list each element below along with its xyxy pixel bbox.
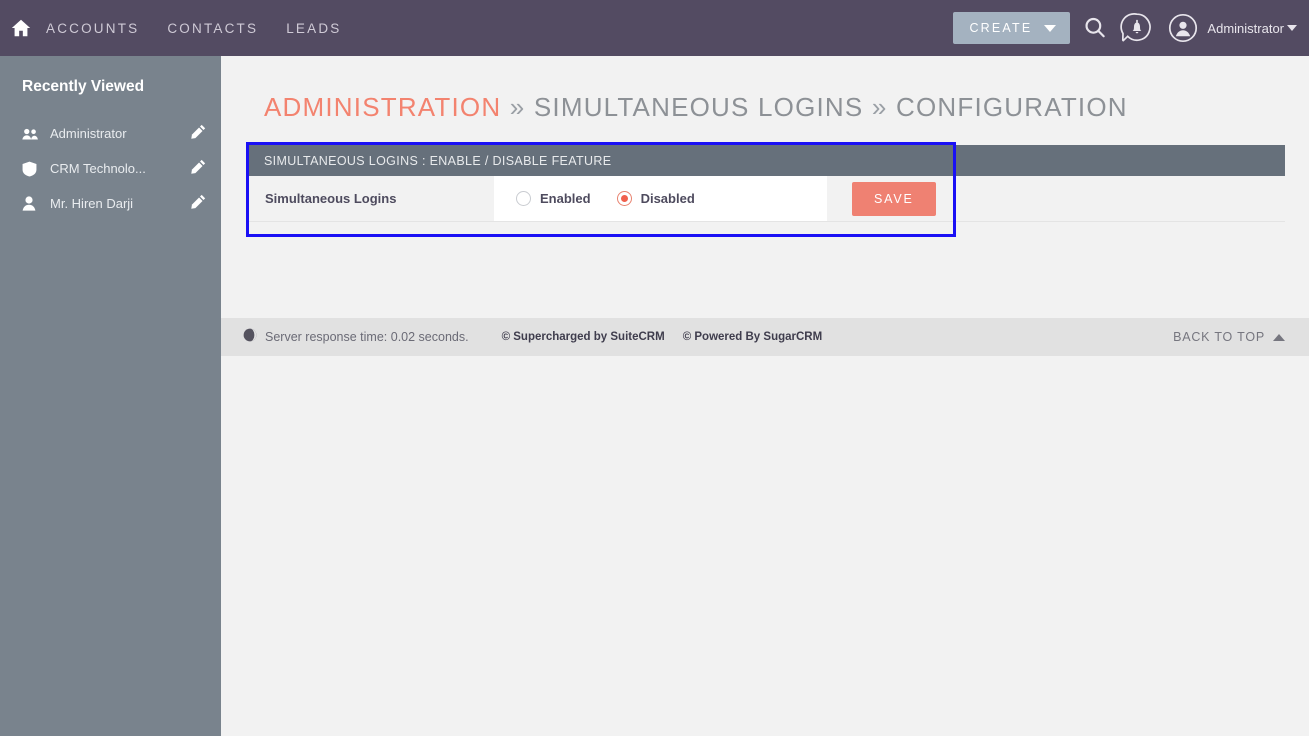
shield-icon	[22, 161, 40, 177]
pencil-icon[interactable]	[191, 124, 207, 144]
globe-icon	[243, 328, 257, 347]
page-footer: Server response time: 0.02 seconds. © Su…	[221, 318, 1309, 356]
radio-enabled-input[interactable]	[516, 191, 531, 206]
simultaneous-logins-label: Simultaneous Logins	[265, 191, 397, 206]
footer-credits: © Supercharged by SuiteCRM © Powered By …	[502, 331, 823, 343]
person-icon	[22, 196, 40, 211]
create-button-label: CREATE	[969, 21, 1033, 35]
radio-option-enabled[interactable]: Enabled	[516, 191, 591, 206]
nav-module-accounts[interactable]: Accounts	[46, 21, 139, 36]
bell-icon[interactable]	[1120, 11, 1154, 45]
credit-suitecrm[interactable]: © Supercharged by SuiteCRM	[502, 331, 665, 343]
home-icon[interactable]	[10, 17, 32, 39]
save-button[interactable]: SAVE	[852, 181, 936, 216]
radio-option-disabled[interactable]: Disabled	[616, 191, 695, 206]
nav-module-contacts[interactable]: Contacts	[167, 21, 258, 36]
users-icon	[22, 127, 40, 141]
save-button-cell: SAVE	[827, 176, 1285, 221]
search-icon[interactable]	[1082, 15, 1108, 41]
recently-viewed-list: Administrator CRM Technolo... Mr. Hiren …	[0, 116, 221, 221]
breadcrumb-simultaneous-logins[interactable]: SIMULTANEOUS LOGINS	[534, 92, 864, 122]
current-user-name[interactable]: Administrator	[1207, 21, 1284, 36]
breadcrumb-administration[interactable]: ADMINISTRATION	[264, 92, 501, 122]
create-button[interactable]: CREATE	[953, 12, 1071, 44]
back-to-top-button[interactable]: BACK TO TOP	[1173, 330, 1285, 344]
sidebar-title: Recently Viewed	[22, 78, 145, 95]
list-item[interactable]: Administrator	[0, 116, 221, 151]
list-item-label: CRM Technolo...	[50, 161, 146, 176]
back-to-top-label: BACK TO TOP	[1173, 330, 1265, 344]
panel-bottom-strip	[249, 222, 1285, 246]
radio-disabled-input[interactable]	[616, 191, 632, 206]
pencil-icon[interactable]	[191, 159, 207, 179]
top-navigation-actions: CREATE Administrator	[953, 0, 1309, 56]
breadcrumb-separator: »	[871, 92, 888, 122]
list-item-label: Administrator	[50, 126, 127, 141]
list-item[interactable]: Mr. Hiren Darji	[0, 186, 221, 221]
pencil-icon[interactable]	[191, 194, 207, 214]
main-content: ADMINISTRATION » SIMULTANEOUS LOGINS » C…	[221, 56, 1309, 736]
panel-body: Simultaneous Logins Enabled Disabled SAV…	[249, 176, 1285, 222]
breadcrumb: ADMINISTRATION » SIMULTANEOUS LOGINS » C…	[221, 56, 1309, 123]
list-item-label: Mr. Hiren Darji	[50, 196, 134, 211]
user-avatar-icon[interactable]	[1166, 11, 1200, 45]
radio-disabled-label: Disabled	[640, 191, 695, 206]
breadcrumb-separator: »	[509, 92, 526, 122]
breadcrumb-configuration: CONFIGURATION	[895, 92, 1128, 122]
top-navigation-bar: Accounts Contacts Leads CREATE	[0, 0, 1309, 56]
panel-header-title: SIMULTANEOUS LOGINS : ENABLE / DISABLE F…	[249, 145, 1285, 176]
triangle-up-icon	[1273, 333, 1285, 341]
sidebar: Recently Viewed Administrator CRM Techno…	[0, 56, 221, 736]
credit-sugarcrm[interactable]: © Powered By SugarCRM	[683, 331, 822, 343]
simultaneous-logins-radio-group: Enabled Disabled	[494, 176, 827, 221]
server-response-info: Server response time: 0.02 seconds.	[243, 328, 469, 347]
simultaneous-logins-panel: SIMULTANEOUS LOGINS : ENABLE / DISABLE F…	[249, 145, 1285, 246]
list-item[interactable]: CRM Technolo...	[0, 151, 221, 186]
user-menu-chevron-down-icon[interactable]	[1287, 25, 1297, 31]
radio-enabled-label: Enabled	[540, 191, 591, 206]
module-menu: Accounts Contacts Leads	[46, 21, 342, 36]
chevron-down-icon	[1044, 24, 1057, 32]
server-response-time: Server response time: 0.02 seconds.	[265, 330, 469, 344]
nav-module-leads[interactable]: Leads	[286, 21, 341, 36]
